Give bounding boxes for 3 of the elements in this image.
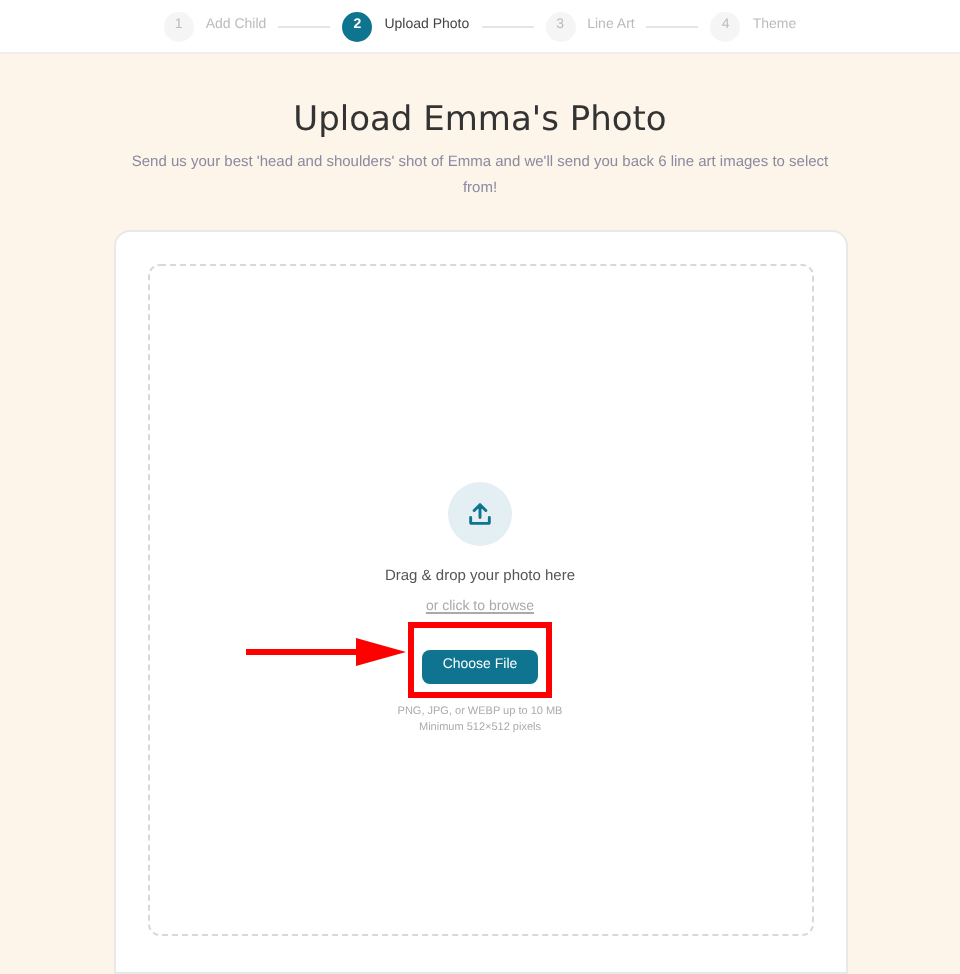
page-title: Upload Emma's Photo xyxy=(293,98,667,142)
arrow-icon xyxy=(246,637,407,666)
upload-icon xyxy=(448,482,512,546)
